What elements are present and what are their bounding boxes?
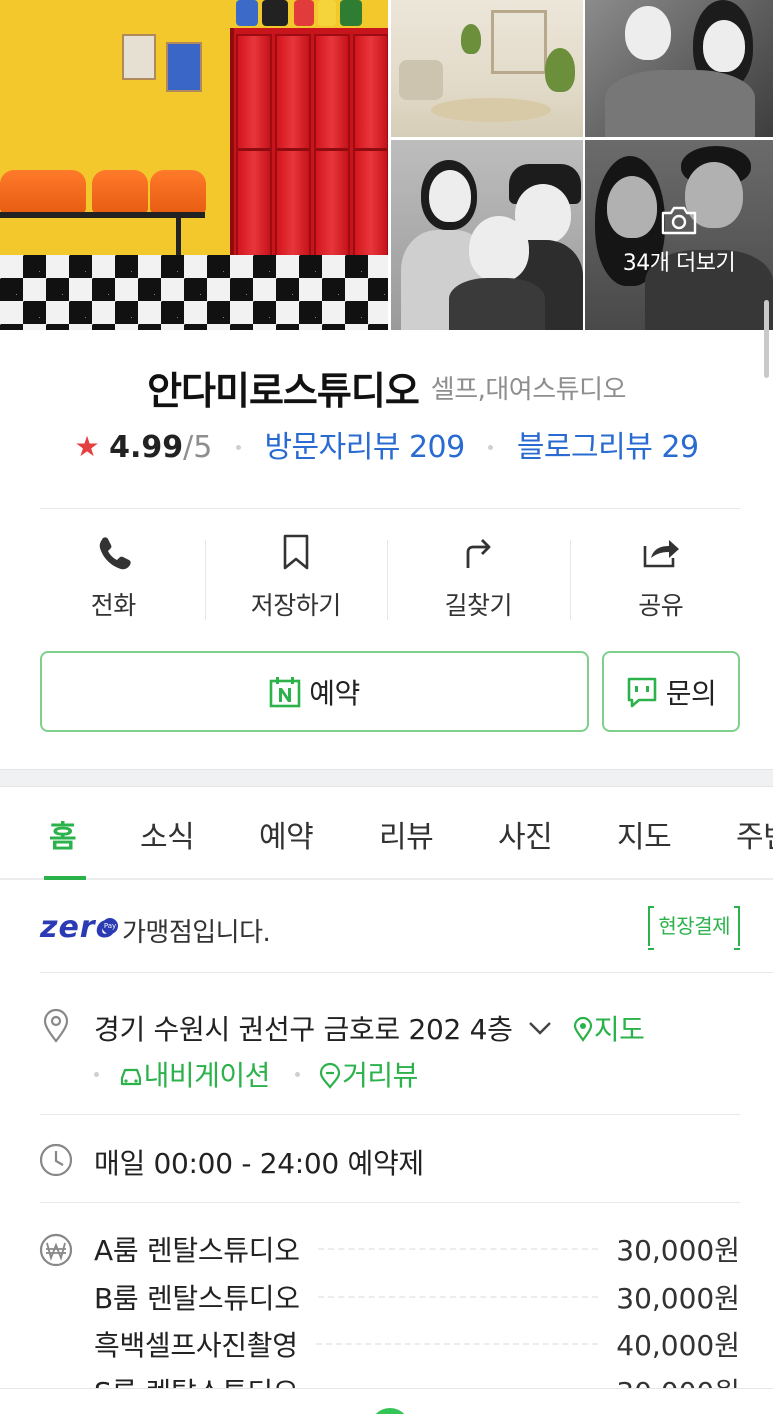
chat-icon bbox=[627, 677, 657, 707]
orange-chair bbox=[92, 170, 148, 214]
rating-max: /5 bbox=[183, 430, 213, 465]
rating-score: 4.99 bbox=[109, 430, 184, 465]
place-category: 셀프,대여스튜디오 bbox=[430, 375, 627, 405]
tab-bar: 홈 소식 예약 리뷰 사진 지도 주변 bbox=[0, 788, 773, 880]
address-text: 경기 수원시 권선구 금호로 202 4층 bbox=[94, 1013, 513, 1046]
address-links: 내비게이션 거리뷰 bbox=[94, 1054, 418, 1094]
tab-reservation[interactable]: 예약 bbox=[259, 812, 314, 856]
reserve-label: 예약 bbox=[309, 676, 360, 710]
directions-label: 길찾기 bbox=[444, 591, 512, 620]
car-icon bbox=[120, 1068, 141, 1086]
zero-pay-row: zero Pay 가맹점입니다. 현장결제 bbox=[40, 906, 740, 952]
map-pin-icon bbox=[573, 1016, 592, 1042]
price-name: B룸 렌탈스튜디오 bbox=[94, 1282, 300, 1315]
divider bbox=[40, 972, 773, 973]
tab-reviews[interactable]: 리뷰 bbox=[379, 812, 434, 856]
won-icon bbox=[39, 1233, 73, 1267]
divider bbox=[40, 1114, 740, 1115]
price-item: B룸 렌탈스튜디오 30,000원 bbox=[94, 1277, 740, 1317]
price-name: A룸 렌탈스튜디오 bbox=[94, 1234, 300, 1267]
map-link[interactable]: 지도 bbox=[572, 1013, 645, 1046]
place-header: 안다미로스튜디오 셀프,대여스튜디오 bbox=[0, 360, 773, 415]
share-button[interactable]: 공유 bbox=[569, 532, 753, 632]
red-lockers bbox=[230, 28, 388, 273]
location-pin-icon bbox=[43, 1008, 69, 1043]
shelf-toy bbox=[294, 0, 314, 26]
directions-icon bbox=[466, 539, 491, 568]
price-value: 40,000원 bbox=[616, 1329, 740, 1362]
poster bbox=[166, 42, 202, 92]
camera-icon bbox=[661, 206, 697, 235]
reserve-button[interactable]: 예약 bbox=[40, 651, 589, 732]
divider bbox=[40, 508, 740, 509]
couple-photo[interactable]: M1 bbox=[585, 0, 773, 137]
price-value: 30,000원 bbox=[616, 1234, 740, 1267]
save-button[interactable]: 저장하기 bbox=[204, 532, 388, 632]
active-tab-indicator bbox=[44, 876, 86, 880]
checkered-floor bbox=[0, 255, 388, 330]
family-photo[interactable] bbox=[391, 140, 583, 330]
photo-gallery: M1 34개 더보기 bbox=[0, 0, 773, 330]
section-gap bbox=[0, 769, 773, 787]
main-photo[interactable] bbox=[0, 0, 388, 330]
directions-button[interactable]: 길찾기 bbox=[387, 532, 570, 632]
share-label: 공유 bbox=[638, 591, 684, 620]
more-photos-button[interactable]: 34개 더보기 bbox=[585, 140, 773, 330]
tab-photos[interactable]: 사진 bbox=[498, 812, 553, 856]
action-bar: 전화 저장하기 길찾기 공유 bbox=[22, 532, 752, 632]
tab-map[interactable]: 지도 bbox=[617, 812, 672, 856]
price-item: 흑백셀프사진촬영 40,000원 bbox=[94, 1324, 740, 1364]
tab-home[interactable]: 홈 bbox=[49, 812, 77, 856]
save-label: 저장하기 bbox=[250, 591, 342, 620]
chevron-down-icon[interactable] bbox=[527, 1019, 553, 1037]
poster bbox=[122, 34, 156, 80]
street-view-link[interactable]: 거리뷰 bbox=[310, 1059, 418, 1092]
tab-news[interactable]: 소식 bbox=[140, 812, 195, 856]
navigation-label: 내비게이션 bbox=[143, 1059, 271, 1092]
call-label: 전화 bbox=[90, 591, 137, 620]
tab-nearby[interactable]: 주변 bbox=[736, 812, 773, 856]
map-link-label: 지도 bbox=[593, 1013, 645, 1046]
orange-chair bbox=[30, 170, 86, 214]
phone-icon bbox=[99, 537, 131, 570]
zero-pay-text: 가맹점입니다. bbox=[122, 918, 271, 948]
clock-icon bbox=[39, 1143, 73, 1177]
street-view-label: 거리뷰 bbox=[342, 1059, 418, 1092]
star-icon: ★ bbox=[74, 430, 100, 463]
hours-text: 매일 00:00 - 24:00 예약제 bbox=[94, 1147, 424, 1180]
share-icon bbox=[643, 540, 679, 568]
inquiry-button[interactable]: 문의 bbox=[602, 651, 740, 732]
place-name: 안다미로스튜디오 bbox=[147, 369, 420, 413]
zero-pay-mark: Pay bbox=[102, 918, 118, 934]
price-item: A룸 렌탈스튜디오 30,000원 bbox=[94, 1229, 740, 1269]
divider bbox=[40, 1202, 740, 1203]
street-view-icon bbox=[320, 1062, 341, 1089]
shelf-toy bbox=[262, 0, 288, 26]
shelf-toy bbox=[236, 0, 258, 26]
shelf-toy bbox=[340, 0, 362, 26]
price-name: 흑백셀프사진촬영 bbox=[94, 1329, 298, 1362]
more-photos-label: 34개 더보기 bbox=[622, 251, 736, 276]
visitor-reviews-link[interactable]: 방문자리뷰 209 bbox=[264, 430, 465, 465]
inquiry-label: 문의 bbox=[665, 676, 717, 710]
bookmark-icon bbox=[283, 534, 309, 570]
price-value: 30,000원 bbox=[616, 1282, 740, 1315]
shelf-toy bbox=[318, 0, 336, 26]
navigation-link[interactable]: 내비게이션 bbox=[109, 1059, 279, 1092]
rating-row: ★ 4.99/5 방문자리뷰 209 블로그리뷰 29 bbox=[0, 422, 773, 466]
naver-booking-icon bbox=[269, 676, 301, 707]
blog-reviews-link[interactable]: 블로그리뷰 29 bbox=[517, 430, 699, 465]
address-row: 경기 수원시 권선구 금호로 202 4층 지도 bbox=[94, 1008, 645, 1048]
studio-photo[interactable] bbox=[391, 0, 583, 137]
onsite-payment-badge: 현장결제 bbox=[648, 906, 740, 950]
orange-chair bbox=[150, 170, 206, 214]
call-button[interactable]: 전화 bbox=[22, 532, 205, 632]
